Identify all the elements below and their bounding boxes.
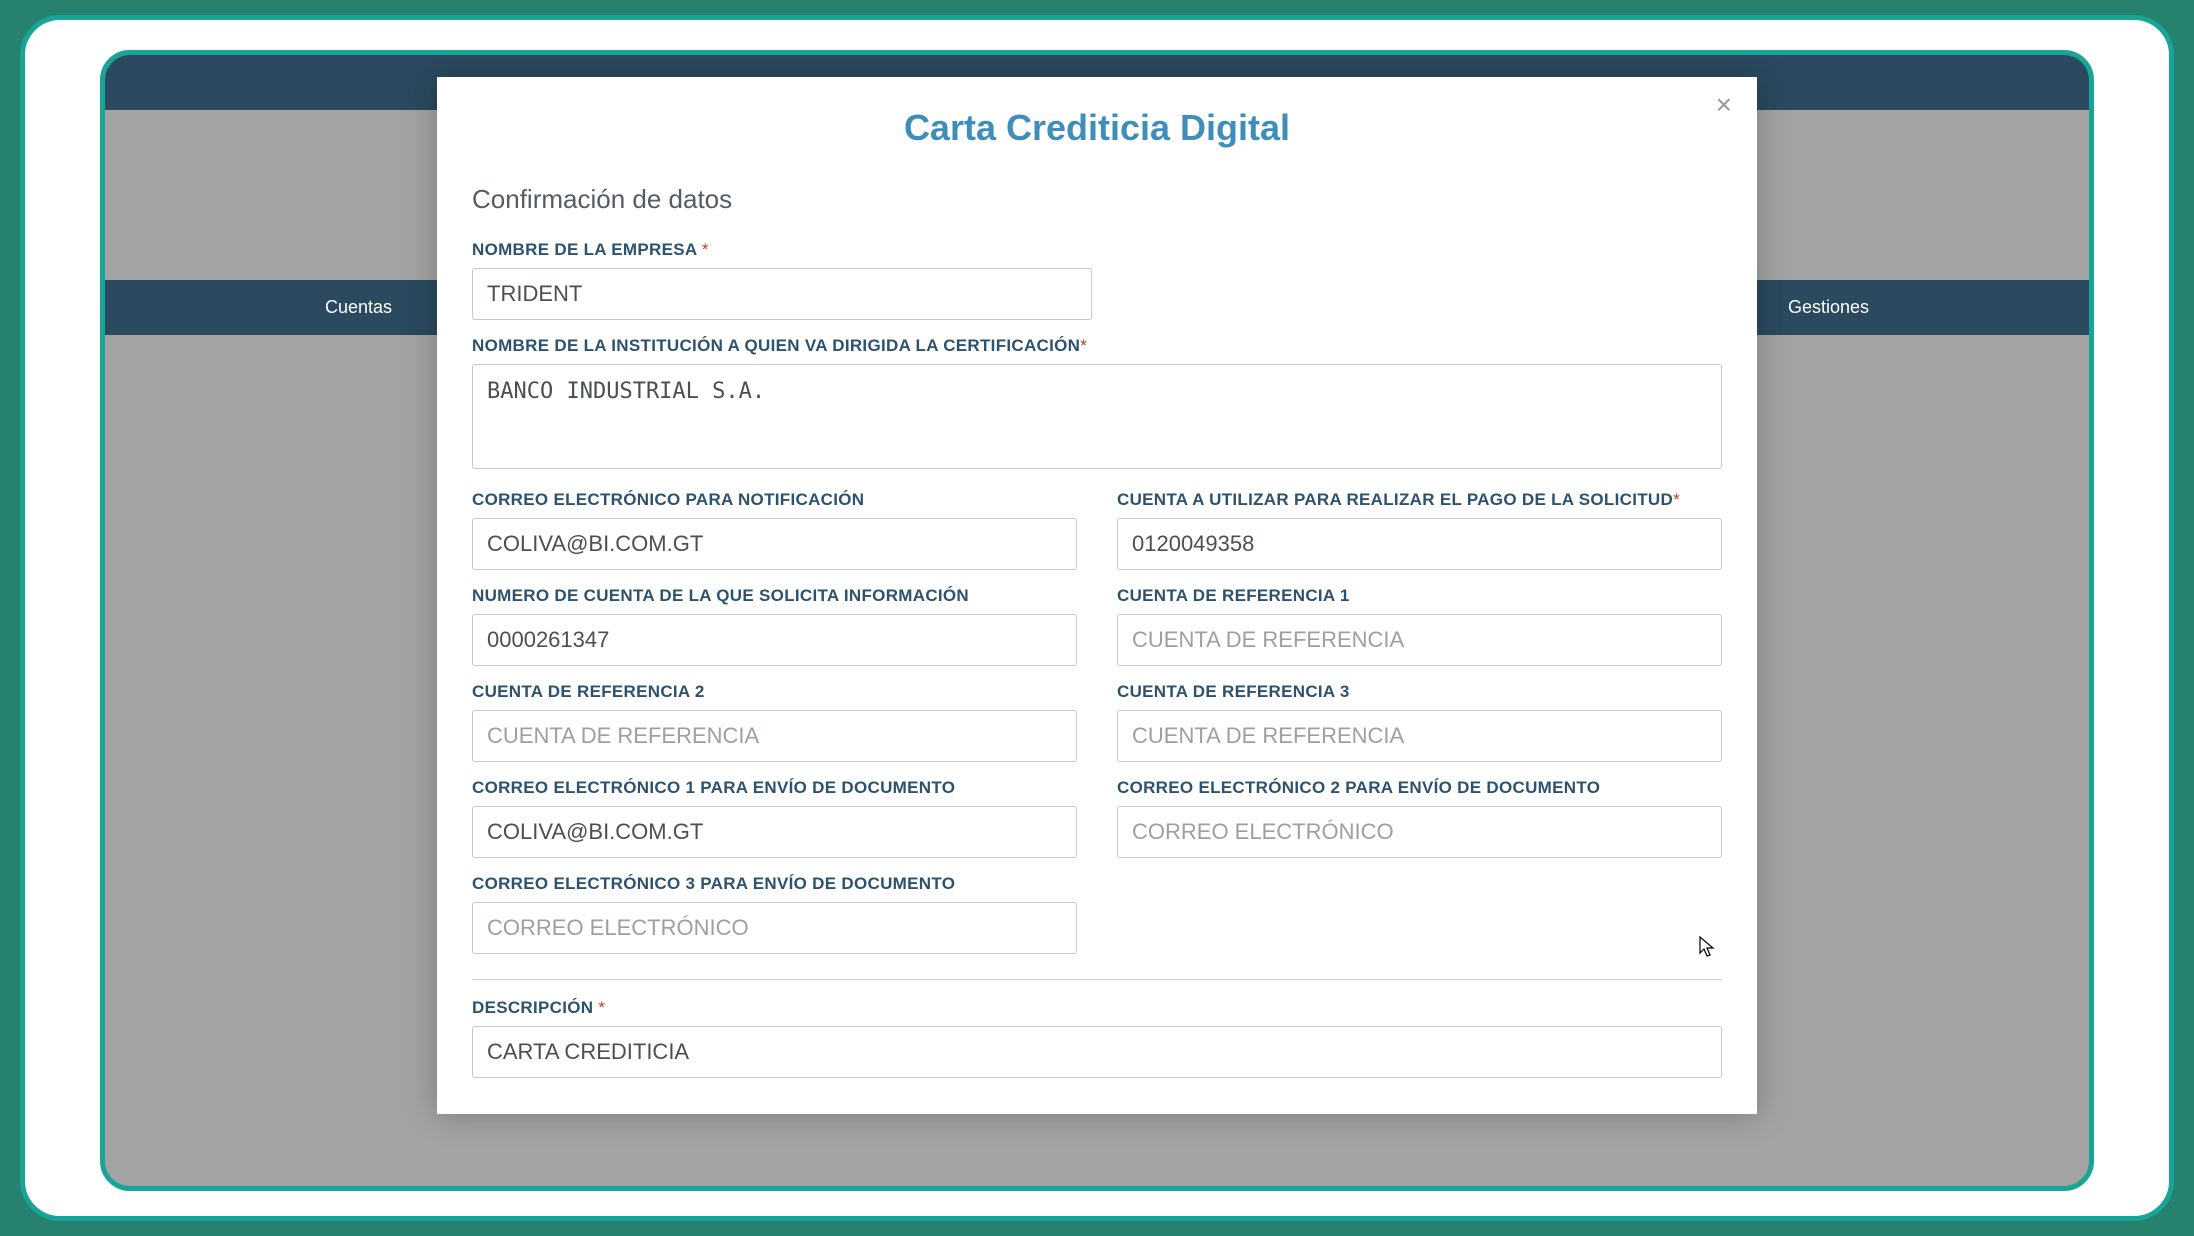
correo-doc-2-input[interactable] bbox=[1117, 806, 1722, 858]
app-window: Cuentas Gestiones × Carta Crediticia Dig… bbox=[100, 50, 2094, 1191]
label-correo-doc-3: CORREO ELECTRÓNICO 3 PARA ENVÍO DE DOCUM… bbox=[472, 874, 1077, 894]
label-institucion: NOMBRE DE LA INSTITUCIÓN A QUIEN VA DIRI… bbox=[472, 336, 1722, 356]
label-referencia-1: CUENTA DE REFERENCIA 1 bbox=[1117, 586, 1722, 606]
label-correo-notificacion: CORREO ELECTRÓNICO PARA NOTIFICACIÓN bbox=[472, 490, 1077, 510]
label-numero-cuenta-info: NUMERO DE CUENTA DE LA QUE SOLICITA INFO… bbox=[472, 586, 1077, 606]
nav-item-gestiones[interactable]: Gestiones bbox=[1788, 297, 1869, 318]
label-referencia-3: CUENTA DE REFERENCIA 3 bbox=[1117, 682, 1722, 702]
label-cuenta-pago: CUENTA A UTILIZAR PARA REALIZAR EL PAGO … bbox=[1117, 490, 1722, 510]
label-referencia-2: CUENTA DE REFERENCIA 2 bbox=[472, 682, 1077, 702]
referencia-3-input[interactable] bbox=[1117, 710, 1722, 762]
label-descripcion: DESCRIPCIÓN * bbox=[472, 998, 1722, 1018]
nav-item-cuentas[interactable]: Cuentas bbox=[325, 297, 392, 318]
section-divider bbox=[472, 979, 1722, 980]
device-frame-outer: Cuentas Gestiones × Carta Crediticia Dig… bbox=[20, 15, 2174, 1221]
empresa-input[interactable] bbox=[472, 268, 1092, 320]
modal-title: Carta Crediticia Digital bbox=[472, 77, 1722, 164]
referencia-2-input[interactable] bbox=[472, 710, 1077, 762]
referencia-1-input[interactable] bbox=[1117, 614, 1722, 666]
correo-doc-3-input[interactable] bbox=[472, 902, 1077, 954]
correo-doc-1-input[interactable] bbox=[472, 806, 1077, 858]
correo-notificacion-input[interactable] bbox=[472, 518, 1077, 570]
label-correo-doc-2: CORREO ELECTRÓNICO 2 PARA ENVÍO DE DOCUM… bbox=[1117, 778, 1722, 798]
numero-cuenta-info-input[interactable] bbox=[472, 614, 1077, 666]
close-button[interactable]: × bbox=[1716, 91, 1732, 119]
label-correo-doc-1: CORREO ELECTRÓNICO 1 PARA ENVÍO DE DOCUM… bbox=[472, 778, 1077, 798]
institucion-textarea[interactable] bbox=[472, 364, 1722, 469]
mouse-cursor-icon bbox=[1698, 936, 1716, 958]
modal-subtitle: Confirmación de datos bbox=[472, 164, 1722, 240]
modal-dialog: × Carta Crediticia Digital Confirmación … bbox=[437, 77, 1757, 1114]
descripcion-input[interactable] bbox=[472, 1026, 1722, 1078]
label-empresa: NOMBRE DE LA EMPRESA * bbox=[472, 240, 1722, 260]
cuenta-pago-input[interactable] bbox=[1117, 518, 1722, 570]
